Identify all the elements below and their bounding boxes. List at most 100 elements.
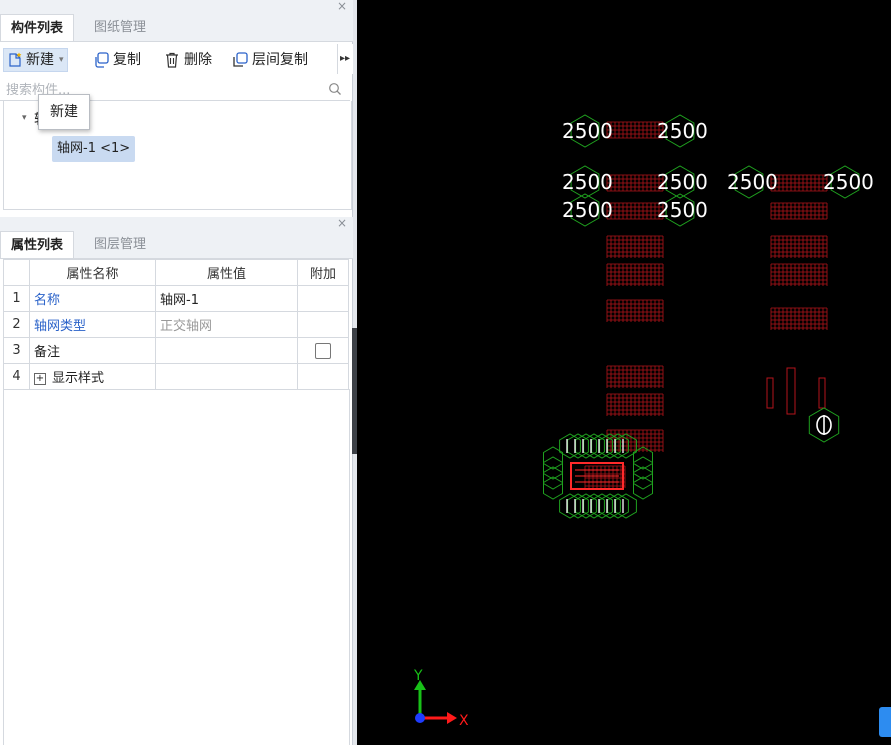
- axis-circle: [633, 476, 653, 500]
- grid-block: [770, 235, 828, 258]
- table-row[interactable]: 3 备注: [3, 337, 349, 364]
- copy-button-label: 复制: [113, 52, 141, 68]
- row-index: 1: [3, 285, 30, 312]
- property-name-label: 显示样式: [52, 371, 105, 386]
- grid-block: [606, 393, 664, 416]
- axis-circle: [543, 476, 563, 500]
- axis-circle: [543, 446, 563, 470]
- grid-block: [606, 202, 664, 220]
- component-toolbar: 新建 ▾ 复制 删除 层间复制: [0, 44, 353, 74]
- grid-block: [606, 174, 664, 192]
- grid-block: [770, 202, 828, 220]
- new-dropdown-caret-icon[interactable]: ▾: [59, 49, 64, 71]
- delete-button[interactable]: 删除: [163, 49, 212, 71]
- axis-x-label: X: [459, 713, 469, 729]
- axis-marker-right: [816, 415, 832, 435]
- axis-circle: [583, 433, 605, 459]
- dimension-label: 2500: [562, 119, 613, 143]
- property-addon: [297, 285, 349, 312]
- property-name: 名称: [29, 285, 156, 312]
- grid-block: [606, 121, 664, 139]
- property-table-header: 属性名称 属性值 附加: [3, 259, 349, 286]
- new-file-icon: [9, 52, 22, 67]
- grid-marker: [818, 377, 826, 409]
- expand-plus-icon[interactable]: +: [34, 372, 46, 385]
- row-index: 2: [3, 311, 30, 338]
- search-icon[interactable]: [328, 82, 342, 96]
- dimension-label: 2500: [657, 170, 708, 194]
- component-panel-close-icon[interactable]: ×: [337, 0, 347, 13]
- axis-circle: [575, 433, 597, 459]
- table-row[interactable]: 4 + 显示样式: [3, 363, 349, 390]
- new-button[interactable]: 新建 ▾: [3, 48, 68, 72]
- row-index: 3: [3, 337, 30, 364]
- header-index: [3, 259, 30, 286]
- axis-circle: [633, 456, 653, 480]
- new-tooltip: 新建: [38, 94, 90, 130]
- property-addon: [297, 311, 349, 338]
- tab-property-list[interactable]: 属性列表: [0, 231, 75, 258]
- property-name: + 显示样式: [29, 363, 156, 390]
- floor-copy-button-label: 层间复制: [252, 52, 308, 68]
- dimension-label: 2500: [823, 170, 874, 194]
- axis-circle: [599, 493, 621, 519]
- axis-circle: [615, 493, 637, 519]
- axis-circle: [543, 456, 563, 480]
- axis-circle: [567, 493, 589, 519]
- tab-drawing-management[interactable]: 图纸管理: [84, 14, 156, 41]
- grid-marker: [766, 377, 774, 409]
- grid-block: [584, 465, 626, 488]
- drawing-canvas[interactable]: 2500 2500 2500 2500 2500 2500 2500 2500 …: [357, 0, 891, 745]
- axis-circle: [591, 493, 613, 519]
- property-addon: [297, 337, 349, 364]
- property-table-empty-area: [3, 389, 350, 745]
- grid-block: [606, 365, 664, 388]
- cad-drawing: 2500 2500 2500 2500 2500 2500 2500 2500 …: [413, 114, 874, 729]
- property-name: 备注: [29, 337, 156, 364]
- header-property-value: 属性值: [155, 259, 298, 286]
- property-value: [155, 363, 298, 390]
- table-row[interactable]: 2 轴网类型 正交轴网: [3, 311, 349, 338]
- axis-circle: [543, 466, 563, 490]
- grid-block: [606, 299, 664, 322]
- property-value[interactable]: [155, 337, 298, 364]
- ucs-axis-indicator: Y X: [413, 668, 469, 729]
- axis-circle: [633, 466, 653, 490]
- header-addon: 附加: [297, 259, 349, 286]
- floor-copy-button[interactable]: 层间复制: [231, 49, 308, 71]
- dimension-label: 2500: [657, 119, 708, 143]
- property-panel-close-icon[interactable]: ×: [337, 216, 347, 230]
- tab-component-list[interactable]: 构件列表: [0, 14, 75, 41]
- addon-checkbox[interactable]: [315, 342, 331, 359]
- axis-y-label: Y: [413, 668, 423, 684]
- grid-block: [770, 263, 828, 286]
- grid-block: [770, 307, 828, 330]
- property-panel-tabs: 属性列表 图层管理: [0, 231, 353, 259]
- header-property-name: 属性名称: [29, 259, 156, 286]
- property-value[interactable]: 轴网-1: [155, 285, 298, 312]
- axis-circle: [559, 493, 581, 519]
- property-value: 正交轴网: [155, 311, 298, 338]
- tree-collapse-icon[interactable]: ▾: [22, 113, 27, 123]
- grid-block: [770, 174, 828, 192]
- axis-circle: [567, 433, 589, 459]
- grid-marker: [786, 367, 796, 415]
- axis-circle: [607, 493, 629, 519]
- dimension-label: 2500: [562, 198, 613, 222]
- trash-icon: [166, 52, 178, 68]
- grid-block: [606, 263, 664, 286]
- property-name: 轴网类型: [29, 311, 156, 338]
- delete-button-label: 删除: [184, 52, 212, 68]
- toolbar-more-icon[interactable]: ▸▸: [337, 44, 352, 74]
- copy-button[interactable]: 复制: [92, 49, 141, 71]
- canvas-corner-button[interactable]: [879, 707, 891, 737]
- dimension-label: 2500: [727, 170, 778, 194]
- floor-copy-icon: [233, 52, 248, 67]
- table-row[interactable]: 1 名称 轴网-1: [3, 285, 349, 312]
- row-index: 4: [3, 363, 30, 390]
- axis-circle: [583, 493, 605, 519]
- tree-item-axis-grid-1[interactable]: 轴网-1 <1>: [52, 136, 136, 162]
- component-panel-tabs: 构件列表 图纸管理: [0, 14, 353, 42]
- tab-layer-management[interactable]: 图层管理: [84, 231, 156, 258]
- property-panel-titlebar: ×: [0, 216, 353, 231]
